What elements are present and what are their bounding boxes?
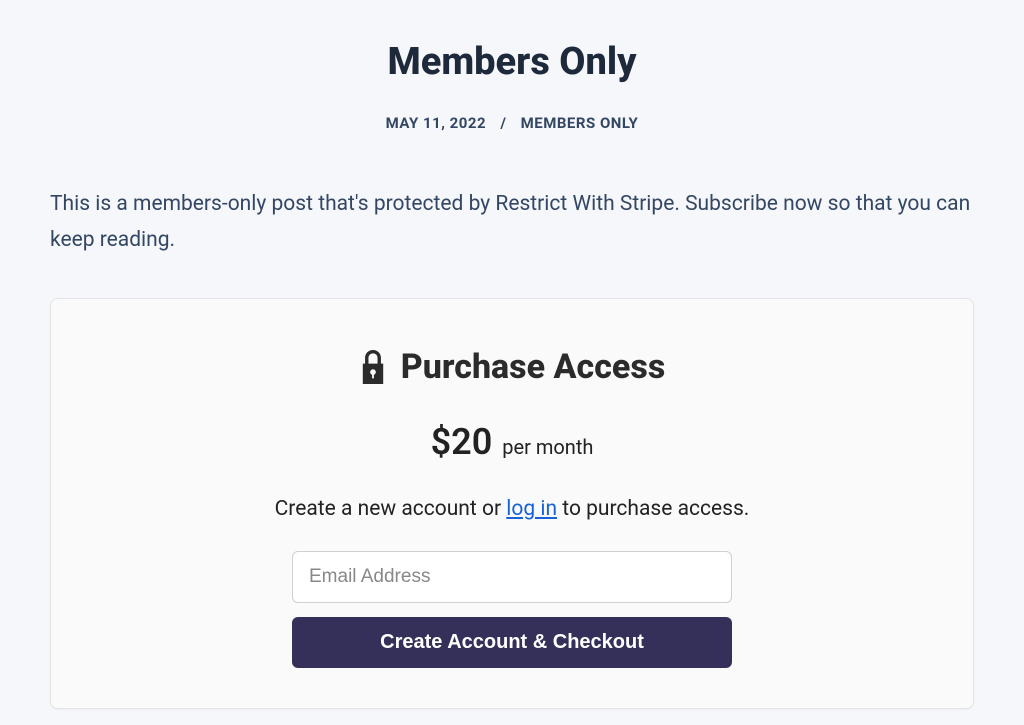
login-link[interactable]: log in (506, 497, 557, 521)
price-amount: $20 (431, 421, 493, 463)
email-field[interactable] (292, 551, 732, 603)
post-category-link[interactable]: MEMBERS ONLY (521, 114, 639, 132)
post-date: MAY 11, 2022 (386, 114, 486, 132)
login-prompt: Create a new account or log in to purcha… (91, 497, 933, 521)
create-account-checkout-button[interactable]: Create Account & Checkout (292, 617, 732, 668)
price-row: $20 per month (91, 421, 933, 463)
access-title-row: Purchase Access (91, 347, 933, 387)
prompt-after: to purchase access. (557, 497, 749, 521)
post-body: This is a members-only post that's prote… (50, 187, 974, 258)
access-title: Purchase Access (401, 347, 666, 387)
purchase-access-card: Purchase Access $20 per month Create a n… (50, 298, 974, 709)
lock-icon (359, 350, 387, 384)
prompt-before: Create a new account or (275, 497, 507, 521)
page-title: Members Only (50, 40, 974, 84)
page-container: Members Only MAY 11, 2022 / MEMBERS ONLY… (0, 0, 1024, 709)
signup-form: Create Account & Checkout (292, 551, 732, 668)
post-meta: MAY 11, 2022 / MEMBERS ONLY (50, 114, 974, 132)
price-period: per month (502, 435, 593, 459)
meta-separator: / (500, 114, 506, 132)
